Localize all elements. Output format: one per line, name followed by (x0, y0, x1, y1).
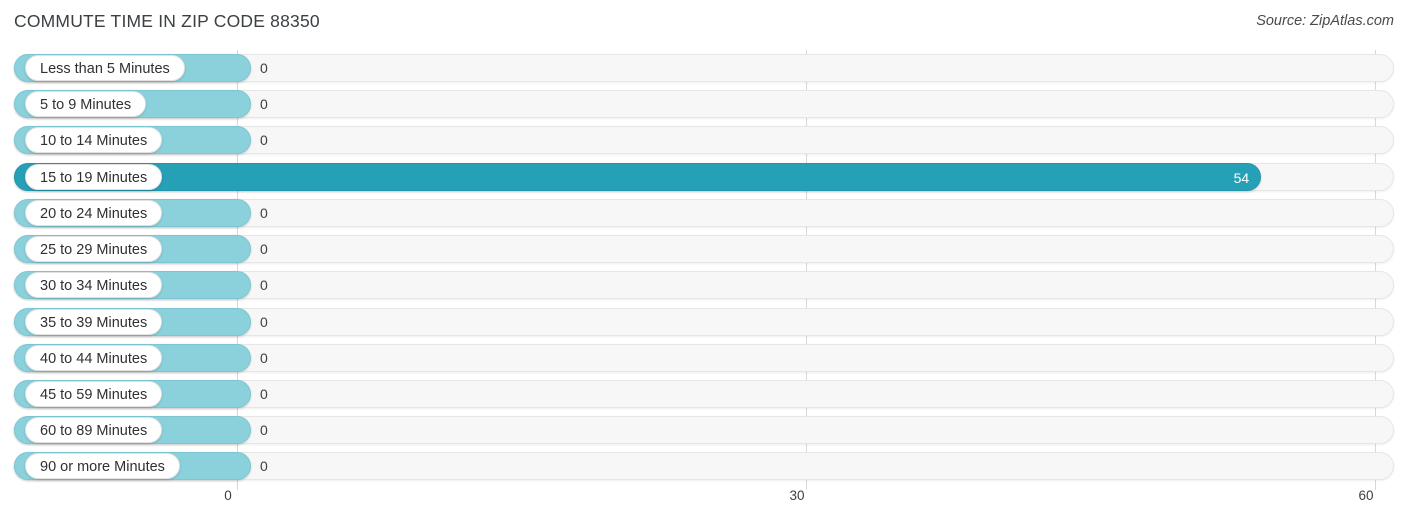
bar-value-label: 0 (260, 385, 268, 402)
chart-row[interactable]: 0 35 to 39 Minutes (14, 307, 1394, 336)
chart-row[interactable]: 0 90 or more Minutes (14, 452, 1394, 481)
plot-area: 0 Less than 5 Minutes 0 5 to 9 Minutes 0 10 t… (0, 50, 1406, 490)
category-label: 35 to 39 Minutes (25, 308, 163, 335)
page-title: COMMUTE TIME IN ZIP CODE 88350 (14, 11, 320, 31)
chart-canvas: COMMUTE TIME IN ZIP CODE 88350 Source: Z… (0, 0, 1406, 523)
chart-row[interactable]: 0 45 to 59 Minutes (14, 379, 1394, 408)
bar-value-label: 0 (260, 241, 268, 258)
chart-row[interactable]: 0 40 to 44 Minutes (14, 343, 1394, 372)
category-label: 60 to 89 Minutes (25, 417, 163, 444)
category-label: 25 to 29 Minutes (25, 236, 163, 263)
bar-value-label: 0 (260, 422, 268, 439)
category-label: 30 to 34 Minutes (25, 272, 163, 299)
source-attribution: Source: ZipAtlas.com (1256, 13, 1394, 29)
chart-row[interactable]: 0 5 to 9 Minutes (14, 90, 1394, 119)
chart-row[interactable]: 0 Less than 5 Minutes (14, 54, 1394, 82)
chart-row[interactable]: 0 10 to 14 Minutes (14, 126, 1394, 155)
bar-value-label: 0 (260, 96, 268, 113)
x-tick-label: 0 (224, 488, 232, 503)
x-tick-label: 30 (789, 488, 805, 503)
bar-value-label: 0 (260, 313, 268, 330)
chart-row[interactable]: 0 30 to 34 Minutes (14, 271, 1394, 300)
category-label: 15 to 19 Minutes (25, 163, 163, 190)
value-bar[interactable]: 54 (14, 162, 1262, 191)
category-label: 90 or more Minutes (25, 453, 180, 480)
x-tick-label: 60 (1358, 488, 1374, 503)
bar-value-label: 54 (1233, 169, 1250, 186)
x-axis: 0 30 60 (0, 488, 1406, 518)
chart-row[interactable]: 0 60 to 89 Minutes (14, 416, 1394, 445)
bar-value-label: 0 (260, 132, 268, 149)
bar-value-label: 0 (260, 204, 268, 221)
category-label: 5 to 9 Minutes (25, 91, 147, 118)
chart-row[interactable]: 0 25 to 29 Minutes (14, 235, 1394, 264)
bar-value-label: 0 (260, 60, 268, 76)
bar-value-label: 0 (260, 277, 268, 294)
chart-row[interactable]: 54 15 to 19 Minutes (14, 162, 1394, 191)
chart-row[interactable]: 0 20 to 24 Minutes (14, 198, 1394, 227)
category-label: Less than 5 Minutes (25, 55, 185, 81)
category-label: 45 to 59 Minutes (25, 380, 163, 407)
category-label: 10 to 14 Minutes (25, 127, 163, 154)
bar-value-label: 0 (260, 349, 268, 366)
category-label: 40 to 44 Minutes (25, 344, 163, 371)
category-label: 20 to 24 Minutes (25, 199, 163, 226)
bar-value-label: 0 (260, 458, 268, 475)
